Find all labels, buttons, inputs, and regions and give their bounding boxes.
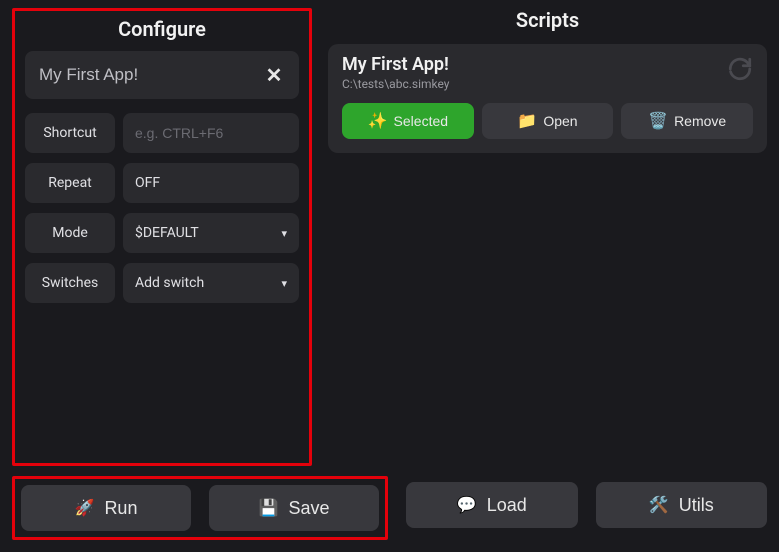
switches-label: Switches [25,263,115,303]
mode-label: Mode [25,213,115,253]
repeat-row: Repeat OFF [25,163,299,203]
switches-row: Switches Add switch ▾ [25,263,299,303]
trash-icon: 🗑️ [648,111,668,131]
selected-button[interactable]: ✨ Selected [342,103,474,139]
script-title: My First App! [342,54,727,75]
utils-label: Utils [679,495,714,516]
configure-panel: Configure ✕ Shortcut Repeat OFF Mode $DE… [12,8,312,466]
save-label: Save [288,498,329,519]
remove-button[interactable]: 🗑️ Remove [621,103,753,139]
load-label: Load [487,495,527,516]
utils-button[interactable]: 🛠️ Utils [596,482,768,528]
switches-field[interactable]: Add switch ▾ [123,263,299,303]
bottom-bar: 🚀 Run 💾 Save 💬 Load 🛠️ Utils [0,466,779,552]
selected-label: Selected [394,113,448,129]
chevron-down-icon: ▾ [281,227,287,240]
mode-value: $DEFAULT [135,225,199,241]
mode-row: Mode $DEFAULT ▾ [25,213,299,253]
repeat-field[interactable]: OFF [123,163,299,203]
switches-value: Add switch [135,275,204,291]
open-label: Open [543,113,577,129]
scripts-title: Scripts [328,8,767,32]
rocket-icon: 🚀 [75,498,95,518]
save-button[interactable]: 💾 Save [209,485,379,531]
bottom-right-group: 💬 Load 🛠️ Utils [406,476,767,540]
chevron-down-icon: ▾ [281,277,287,290]
bottom-left-group: 🚀 Run 💾 Save [12,476,388,540]
app-name-input[interactable] [39,65,263,85]
run-label: Run [104,498,137,519]
folder-icon: 📁 [517,111,537,131]
repeat-value: OFF [135,175,160,191]
sparkle-icon: ✨ [368,111,388,131]
tools-icon: 🛠️ [649,495,669,515]
shortcut-row: Shortcut [25,113,299,153]
reload-icon[interactable] [727,56,753,89]
shortcut-input[interactable] [135,125,287,141]
chat-icon: 💬 [457,495,477,515]
mode-field[interactable]: $DEFAULT ▾ [123,213,299,253]
scripts-panel: Scripts My First App! C:\tests\abc.simke… [328,8,767,466]
load-button[interactable]: 💬 Load [406,482,578,528]
script-buttons: ✨ Selected 📁 Open 🗑️ Remove [342,103,753,139]
open-button[interactable]: 📁 Open [482,103,614,139]
script-card: My First App! C:\tests\abc.simkey ✨ Sele… [328,44,767,153]
script-head: My First App! C:\tests\abc.simkey [342,54,753,91]
repeat-label: Repeat [25,163,115,203]
script-path: C:\tests\abc.simkey [342,77,727,91]
configure-title: Configure [25,17,299,41]
shortcut-field[interactable] [123,113,299,153]
run-button[interactable]: 🚀 Run [21,485,191,531]
remove-label: Remove [674,113,726,129]
close-icon[interactable]: ✕ [263,63,285,87]
script-meta: My First App! C:\tests\abc.simkey [342,54,727,91]
floppy-icon: 💾 [259,498,279,518]
shortcut-label: Shortcut [25,113,115,153]
app-name-row: ✕ [25,51,299,99]
